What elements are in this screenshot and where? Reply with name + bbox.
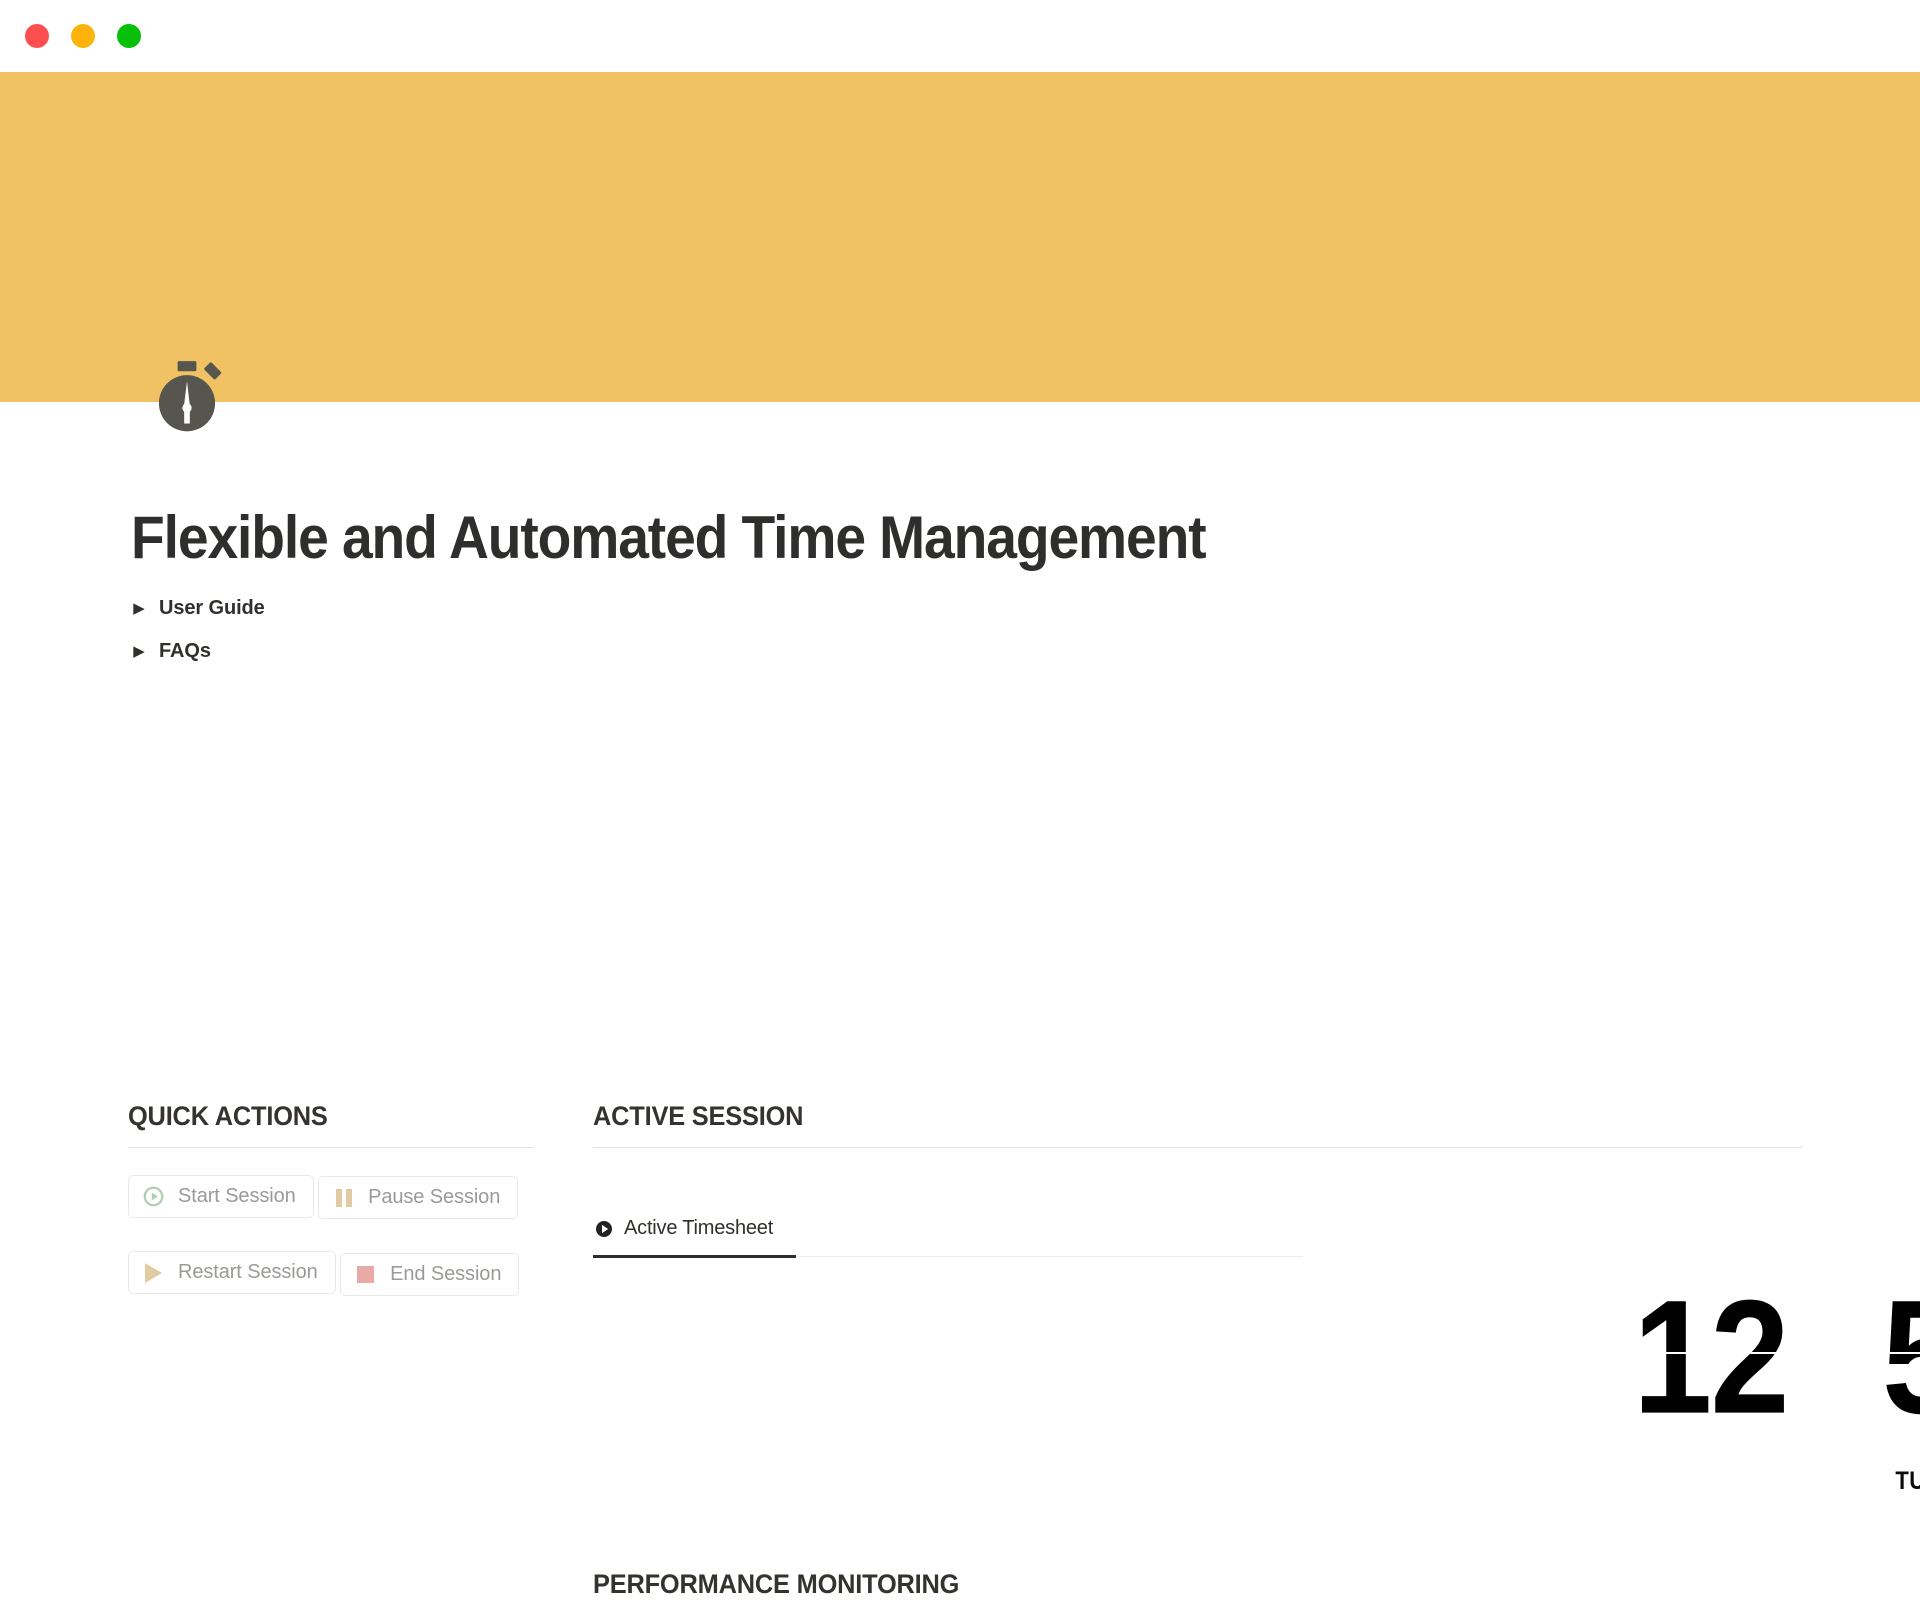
maximize-window-button[interactable] bbox=[117, 24, 141, 48]
traffic-light-group bbox=[25, 24, 141, 48]
clock-minutes-unit: 53 bbox=[1881, 1276, 1920, 1438]
active-session-heading: ACTIVE SESSION bbox=[593, 1101, 804, 1131]
close-window-button[interactable] bbox=[25, 24, 49, 48]
quick-actions-heading: QUICK ACTIONS bbox=[128, 1101, 328, 1131]
toggle-item-faqs[interactable]: ▶ FAQs bbox=[131, 630, 731, 673]
triangle-right-icon[interactable]: ▶ bbox=[131, 601, 147, 617]
pause-session-button[interactable]: Pause Session bbox=[318, 1176, 519, 1220]
play-circle-filled-icon bbox=[593, 1218, 614, 1239]
end-session-button[interactable]: End Session bbox=[340, 1252, 520, 1296]
triangle-right-icon[interactable]: ▶ bbox=[131, 644, 147, 660]
clock-hours-unit: 12 bbox=[1633, 1276, 1800, 1438]
section-divider bbox=[593, 1146, 1803, 1148]
toggle-list: ▶ User Guide ▶ FAQs bbox=[131, 587, 731, 673]
quick-action-button-list: Start Session Pause Session Restart Sess… bbox=[128, 1174, 534, 1328]
session-tab-bar: Active Timesheet bbox=[593, 1211, 1303, 1259]
stop-square-icon bbox=[355, 1264, 376, 1285]
flip-divider-line bbox=[1881, 1352, 1920, 1354]
restart-session-button[interactable]: Restart Session bbox=[128, 1251, 336, 1295]
clock-minutes: 53 bbox=[1882, 1276, 1920, 1438]
pause-session-label: Pause Session bbox=[368, 1186, 501, 1209]
toggle-label: User Guide bbox=[159, 597, 265, 619]
clock-hours: 12 bbox=[1633, 1265, 1790, 1448]
play-icon bbox=[143, 1262, 164, 1283]
clock-weekday: TUESDAY bbox=[1895, 1467, 1920, 1495]
performance-monitoring-section: PERFORMANCE MONITORING bbox=[593, 1569, 1493, 1600]
minimize-window-button[interactable] bbox=[71, 24, 95, 48]
restart-session-label: Restart Session bbox=[178, 1261, 318, 1284]
play-circle-icon bbox=[143, 1186, 164, 1207]
window-title-bar bbox=[0, 0, 1920, 72]
performance-monitoring-heading: PERFORMANCE MONITORING bbox=[593, 1569, 960, 1599]
stopwatch-icon bbox=[148, 358, 226, 436]
toggle-item-user-guide[interactable]: ▶ User Guide bbox=[131, 587, 731, 630]
tab-active-timesheet[interactable]: Active Timesheet bbox=[593, 1211, 773, 1247]
pause-icon bbox=[333, 1187, 354, 1208]
cover-banner bbox=[0, 72, 1920, 402]
active-session-section: ACTIVE SESSION Active Timesheet 12 T bbox=[593, 1101, 1920, 1495]
quick-actions-section: QUICK ACTIONS Start Session Pause Sessio… bbox=[128, 1101, 534, 1328]
tab-label: Active Timesheet bbox=[624, 1217, 774, 1240]
start-session-label: Start Session bbox=[178, 1184, 296, 1207]
start-session-button[interactable]: Start Session bbox=[128, 1174, 314, 1218]
flip-divider-line bbox=[1633, 1352, 1800, 1354]
page-title: Flexible and Automated Time Management bbox=[131, 504, 1207, 571]
tab-bar-divider bbox=[796, 1255, 1303, 1257]
section-divider bbox=[128, 1146, 534, 1148]
end-session-label: End Session bbox=[390, 1262, 502, 1285]
flip-clock: 12 53 TUESDAY bbox=[1633, 1276, 1920, 1502]
tab-active-indicator bbox=[593, 1254, 796, 1258]
toggle-label: FAQs bbox=[159, 640, 211, 662]
